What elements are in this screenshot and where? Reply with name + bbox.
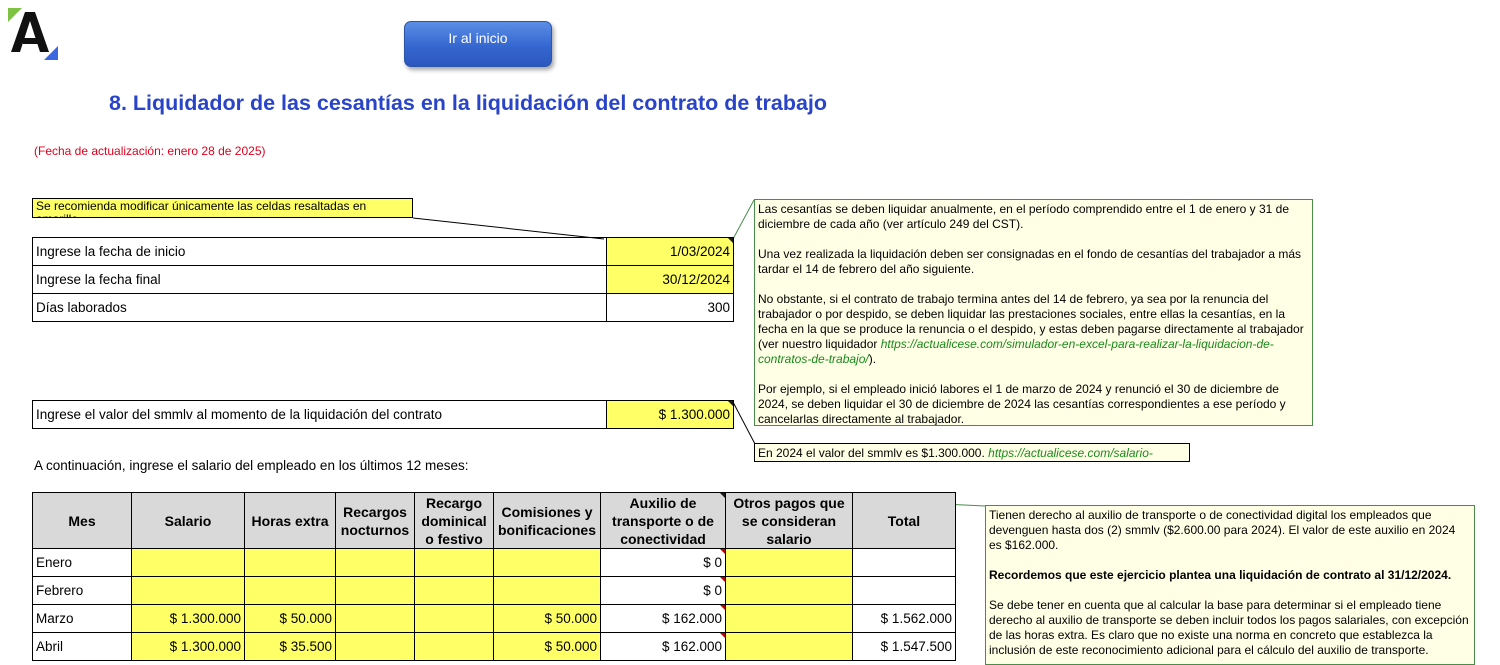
smmlv-table: Ingrese el valor del smmlv al momento de… bbox=[32, 400, 734, 429]
page-title: 8. Liquidador de las cesantías en la liq… bbox=[109, 91, 828, 115]
cell-salario[interactable] bbox=[131, 548, 245, 577]
salary-instruction: A continuación, ingrese el salario del e… bbox=[34, 458, 469, 473]
cell-total: $ 1.562.000 bbox=[852, 604, 956, 633]
comment-paragraph: Tienen derecho al auxilio de transporte … bbox=[989, 508, 1456, 552]
cell-salario[interactable] bbox=[131, 576, 245, 605]
header-recargos-nocturnos: Recargos nocturnos bbox=[335, 492, 415, 549]
cell-auxilio: $ 162.000 bbox=[600, 632, 726, 661]
comment-paragraph: Una vez realizada la liquidación deben s… bbox=[758, 247, 1302, 276]
cell-total: $ 1.547.500 bbox=[852, 632, 956, 661]
cell-otros-pagos[interactable] bbox=[725, 576, 853, 605]
comment-paragraph: Se debe tener en cuenta que al calcular … bbox=[989, 598, 1469, 657]
header-otros-pagos: Otros pagos que se consideran salario bbox=[725, 492, 853, 549]
cell-otros-pagos[interactable] bbox=[725, 632, 853, 661]
cell-mes: Febrero bbox=[32, 576, 132, 605]
cell-recargo-dominical[interactable] bbox=[414, 548, 494, 577]
cell-auxilio: $ 0 bbox=[600, 576, 726, 605]
recommend-note: Se recomienda modificar únicamente las c… bbox=[32, 198, 413, 218]
cell-comisiones[interactable]: $ 50.000 bbox=[493, 604, 601, 633]
dates-table: Ingrese la fecha de inicio 1/03/2024 Ing… bbox=[32, 237, 734, 322]
cell-recargo-dominical[interactable] bbox=[414, 632, 494, 661]
cell-horas-extra[interactable] bbox=[244, 576, 336, 605]
start-date-input[interactable]: 1/03/2024 bbox=[606, 237, 734, 266]
start-date-label: Ingrese la fecha de inicio bbox=[32, 237, 607, 266]
cell-otros-pagos[interactable] bbox=[725, 604, 853, 633]
auxilio-comment: Tienen derecho al auxilio de transporte … bbox=[985, 505, 1475, 665]
header-recargo-dominical: Recargo dominical o festivo bbox=[414, 492, 494, 549]
cell-mes: Abril bbox=[32, 632, 132, 661]
table-row: Febrero $ 0 bbox=[32, 576, 956, 605]
cell-recargos-nocturnos[interactable] bbox=[335, 576, 415, 605]
end-date-label: Ingrese la fecha final bbox=[32, 265, 607, 294]
cell-recargo-dominical[interactable] bbox=[414, 576, 494, 605]
cell-recargos-nocturnos[interactable] bbox=[335, 604, 415, 633]
table-row: Marzo $ 1.300.000 $ 50.000 $ 50.000 $ 16… bbox=[32, 604, 956, 633]
cell-recargos-nocturnos[interactable] bbox=[335, 632, 415, 661]
salary-table-header: Mes Salario Horas extra Recargos nocturn… bbox=[32, 492, 956, 549]
header-comisiones: Comisiones y bonificaciones bbox=[493, 492, 601, 549]
smmlv-comment: En 2024 el valor del smmlv es $1.300.000… bbox=[754, 443, 1190, 462]
cell-horas-extra[interactable]: $ 35.500 bbox=[244, 632, 336, 661]
header-horas-extra: Horas extra bbox=[244, 492, 336, 549]
cell-mes: Enero bbox=[32, 548, 132, 577]
days-worked-label: Días laborados bbox=[32, 293, 607, 322]
cell-total bbox=[852, 548, 956, 577]
cell-salario[interactable]: $ 1.300.000 bbox=[131, 604, 245, 633]
cell-total bbox=[852, 576, 956, 605]
actualicese-logo-icon bbox=[8, 8, 58, 60]
table-row: Enero $ 0 bbox=[32, 548, 956, 577]
cell-horas-extra[interactable]: $ 50.000 bbox=[244, 604, 336, 633]
cell-comisiones[interactable] bbox=[493, 576, 601, 605]
end-date-input[interactable]: 30/12/2024 bbox=[606, 265, 734, 294]
header-mes: Mes bbox=[32, 492, 132, 549]
smmlv-label: Ingrese el valor del smmlv al momento de… bbox=[32, 400, 607, 429]
update-date-note: (Fecha de actualización: enero 28 de 202… bbox=[34, 144, 266, 158]
salary-table: Mes Salario Horas extra Recargos nocturn… bbox=[32, 492, 956, 661]
table-row: Abril $ 1.300.000 $ 35.500 $ 50.000 $ 16… bbox=[32, 632, 956, 661]
cell-otros-pagos[interactable] bbox=[725, 548, 853, 577]
comment-paragraph: No obstante, si el contrato de trabajo t… bbox=[758, 292, 1304, 366]
cell-recargos-nocturnos[interactable] bbox=[335, 548, 415, 577]
cell-auxilio: $ 162.000 bbox=[600, 604, 726, 633]
cell-comisiones[interactable]: $ 50.000 bbox=[493, 632, 601, 661]
cell-mes: Marzo bbox=[32, 604, 132, 633]
cell-horas-extra[interactable] bbox=[244, 548, 336, 577]
comment-paragraph: Las cesantías se deben liquidar anualmen… bbox=[758, 202, 1290, 231]
comment-paragraph: Por ejemplo, si el empleado inició labor… bbox=[758, 382, 1286, 426]
comment-paragraph: Recordemos que este ejercicio plantea un… bbox=[989, 568, 1452, 582]
cell-comisiones[interactable] bbox=[493, 548, 601, 577]
salario-link[interactable]: https://actualicese.com/salario- bbox=[988, 446, 1153, 460]
header-auxilio: Auxilio de transporte o de conectividad bbox=[600, 492, 726, 549]
header-salario: Salario bbox=[131, 492, 245, 549]
cell-auxilio: $ 0 bbox=[600, 548, 726, 577]
cell-salario[interactable]: $ 1.300.000 bbox=[131, 632, 245, 661]
cesantias-comment: Las cesantías se deben liquidar anualmen… bbox=[754, 199, 1313, 426]
days-worked-value: 300 bbox=[606, 293, 734, 322]
home-button[interactable]: Ir al inicio bbox=[404, 21, 552, 67]
header-total: Total bbox=[852, 492, 956, 549]
smmlv-input[interactable]: $ 1.300.000 bbox=[606, 400, 734, 429]
cell-recargo-dominical[interactable] bbox=[414, 604, 494, 633]
